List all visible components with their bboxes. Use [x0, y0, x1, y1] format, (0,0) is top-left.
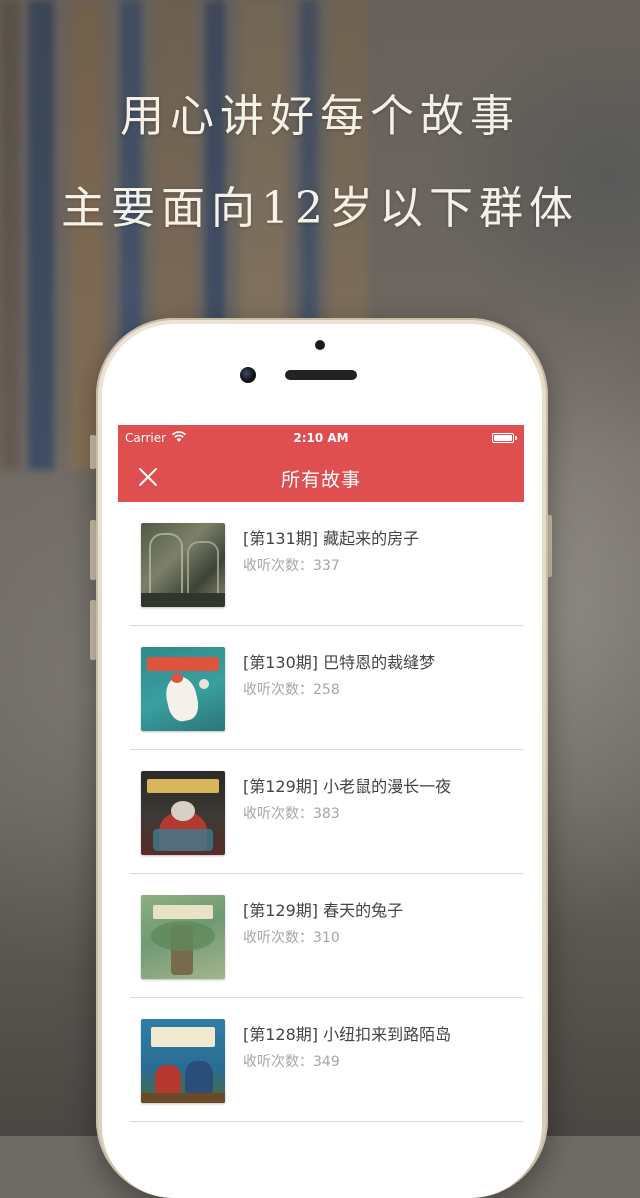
story-item-129-spring-rabbit[interactable]: [第129期] 春天的兔子 收听次数：310 — [118, 874, 524, 998]
story-cover-image — [141, 895, 225, 979]
listen-count: 收听次数：349 — [243, 1054, 340, 1070]
listen-count: 收听次数：258 — [243, 682, 340, 698]
story-title: [第129期] 春天的兔子 — [243, 901, 404, 920]
headline-line-1: 用心讲好每个故事 — [120, 91, 520, 142]
story-item-130-tailor-dream[interactable]: [第130期] 巴特恩的裁缝梦 收听次数：258 — [118, 626, 524, 750]
front-camera-icon — [240, 367, 256, 383]
story-title: [第131期] 藏起来的房子 — [243, 529, 420, 548]
battery-icon — [492, 433, 517, 443]
status-time: 2:10 AM — [293, 431, 349, 445]
story-title: [第128期] 小纽扣来到路陌岛 — [243, 1025, 452, 1044]
story-cover-image — [141, 523, 225, 607]
story-cover-image — [141, 771, 225, 855]
status-bar: Carrier 2:10 AM — [118, 425, 524, 451]
story-cover-image — [141, 1019, 225, 1103]
story-item-129-mouse-long-night[interactable]: [第129期] 小老鼠的漫长一夜 收听次数：383 — [118, 750, 524, 874]
listen-count: 收听次数：310 — [243, 930, 340, 946]
story-title: [第130期] 巴特恩的裁缝梦 — [243, 653, 436, 672]
story-title: [第129期] 小老鼠的漫长一夜 — [243, 777, 452, 796]
story-cover-image — [141, 647, 225, 731]
page-title: 所有故事 — [280, 469, 361, 491]
proximity-sensor — [315, 340, 325, 350]
nav-header: Carrier 2:10 AM 所有故事 — [118, 425, 524, 502]
headline-line-2: 主要面向12岁以下群体 — [61, 183, 579, 234]
listen-count: 收听次数：383 — [243, 806, 340, 822]
phone-screen: Carrier 2:10 AM 所有故事 [第131期] 藏起来的房子 收听次数… — [118, 425, 524, 1136]
earpiece-speaker — [285, 370, 357, 380]
story-list: [第131期] 藏起来的房子 收听次数：337 [第130期] 巴特恩的裁缝梦 … — [118, 502, 524, 1122]
story-item-131-hidden-house[interactable]: [第131期] 藏起来的房子 收听次数：337 — [118, 502, 524, 626]
story-item-128-button-island[interactable]: [第128期] 小纽扣来到路陌岛 收听次数：349 — [118, 998, 524, 1122]
listen-count: 收听次数：337 — [243, 558, 340, 574]
